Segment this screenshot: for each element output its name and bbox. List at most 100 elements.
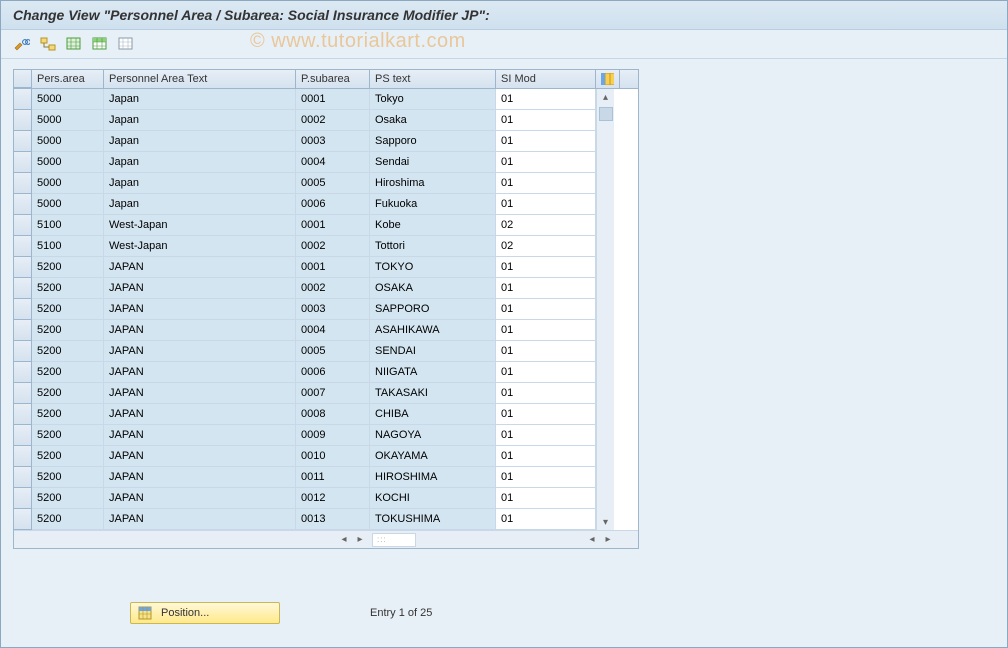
scroll-up-icon[interactable]: ▴ (598, 89, 614, 105)
row-selector[interactable] (14, 383, 32, 404)
cell-si-mod[interactable]: 02 (496, 236, 596, 257)
table-row: 5200JAPAN0010OKAYAMA01 (14, 446, 596, 467)
row-selector[interactable] (14, 215, 32, 236)
select-all-button[interactable] (63, 34, 85, 54)
cell-si-mod[interactable]: 01 (496, 131, 596, 152)
column-config-button[interactable] (596, 70, 620, 88)
cell-si-mod[interactable]: 01 (496, 194, 596, 215)
cell-pers-area: 5000 (32, 110, 104, 131)
col-header-ps-text[interactable]: PS text (370, 70, 496, 88)
cell-si-mod[interactable]: 01 (496, 488, 596, 509)
scroll-down-icon[interactable]: ▾ (598, 514, 614, 530)
footer-bar: Position... Entry 1 of 25 (130, 602, 432, 624)
toggle-display-change-button[interactable] (11, 34, 33, 54)
select-block-button[interactable] (89, 34, 111, 54)
cell-pers-area: 5200 (32, 467, 104, 488)
cell-si-mod[interactable]: 01 (496, 509, 596, 530)
cell-si-mod[interactable]: 01 (496, 257, 596, 278)
position-button[interactable]: Position... (130, 602, 280, 624)
content-area: Pers.area Personnel Area Text P.subarea … (1, 59, 1007, 561)
scroll-right-fixed-icon[interactable]: ▸ (352, 532, 368, 548)
cell-pers-area: 5000 (32, 131, 104, 152)
position-label: Position... (161, 607, 209, 619)
cell-ps-text: OKAYAMA (370, 446, 496, 467)
cell-si-mod[interactable]: 01 (496, 467, 596, 488)
cell-si-mod[interactable]: 01 (496, 383, 596, 404)
cell-pers-area: 5200 (32, 299, 104, 320)
cell-pers-area: 5200 (32, 383, 104, 404)
cell-si-mod[interactable]: 01 (496, 152, 596, 173)
cell-ps-text: Tokyo (370, 89, 496, 110)
cell-si-mod[interactable]: 01 (496, 341, 596, 362)
vertical-scrollbar[interactable]: ▴ ▾ (596, 89, 614, 530)
cell-ps-text: SENDAI (370, 341, 496, 362)
row-selector[interactable] (14, 425, 32, 446)
cell-si-mod[interactable]: 01 (496, 110, 596, 131)
cell-p-subarea: 0001 (296, 89, 370, 110)
row-selector-header[interactable] (14, 70, 32, 88)
cell-pers-area-text: JAPAN (104, 446, 296, 467)
expand-collapse-button[interactable] (37, 34, 59, 54)
row-selector[interactable] (14, 362, 32, 383)
row-selector[interactable] (14, 404, 32, 425)
row-selector[interactable] (14, 509, 32, 530)
cell-si-mod[interactable]: 01 (496, 278, 596, 299)
cell-si-mod[interactable]: 01 (496, 173, 596, 194)
grid-header: Pers.area Personnel Area Text P.subarea … (14, 70, 638, 89)
table-deselect-icon (118, 37, 134, 51)
cell-p-subarea: 0008 (296, 404, 370, 425)
table-row: 5200JAPAN0003SAPPORO01 (14, 299, 596, 320)
col-header-pers-area-text[interactable]: Personnel Area Text (104, 70, 296, 88)
cell-pers-area-text: JAPAN (104, 467, 296, 488)
row-selector[interactable] (14, 110, 32, 131)
cell-pers-area: 5200 (32, 446, 104, 467)
scroll-left-fixed-icon[interactable]: ◂ (336, 532, 352, 548)
scroll-thumb[interactable] (599, 107, 613, 121)
col-header-p-subarea[interactable]: P.subarea (296, 70, 370, 88)
cell-si-mod[interactable]: 02 (496, 215, 596, 236)
scroll-left-icon[interactable]: ◂ (584, 532, 600, 548)
cell-p-subarea: 0003 (296, 131, 370, 152)
row-selector[interactable] (14, 236, 32, 257)
row-selector[interactable] (14, 488, 32, 509)
row-selector[interactable] (14, 131, 32, 152)
grid-body-wrap: 5000Japan0001Tokyo015000Japan0002Osaka01… (14, 89, 638, 530)
scroll-right-icon[interactable]: ▸ (600, 532, 616, 548)
deselect-all-button[interactable] (115, 34, 137, 54)
cell-pers-area-text: JAPAN (104, 509, 296, 530)
row-selector[interactable] (14, 299, 32, 320)
row-selector[interactable] (14, 257, 32, 278)
column-config-icon (601, 73, 614, 85)
cell-si-mod[interactable]: 01 (496, 299, 596, 320)
cell-ps-text: SAPPORO (370, 299, 496, 320)
page-title: Change View "Personnel Area / Subarea: S… (1, 1, 1007, 30)
cell-si-mod[interactable]: 01 (496, 320, 596, 341)
cell-p-subarea: 0006 (296, 362, 370, 383)
row-selector[interactable] (14, 278, 32, 299)
cell-si-mod[interactable]: 01 (496, 89, 596, 110)
table-row: 5000Japan0002Osaka01 (14, 110, 596, 131)
cell-pers-area: 5000 (32, 152, 104, 173)
col-header-si-mod[interactable]: SI Mod (496, 70, 596, 88)
table-row: 5100West-Japan0002Tottori02 (14, 236, 596, 257)
cell-pers-area: 5000 (32, 194, 104, 215)
row-selector[interactable] (14, 341, 32, 362)
row-selector[interactable] (14, 320, 32, 341)
grid-body: 5000Japan0001Tokyo015000Japan0002Osaka01… (14, 89, 596, 530)
hscroll-track[interactable]: ::: (372, 533, 416, 547)
row-selector[interactable] (14, 152, 32, 173)
row-selector[interactable] (14, 194, 32, 215)
toolbar (1, 30, 1007, 59)
cell-si-mod[interactable]: 01 (496, 446, 596, 467)
cell-si-mod[interactable]: 01 (496, 362, 596, 383)
row-selector[interactable] (14, 467, 32, 488)
col-header-pers-area[interactable]: Pers.area (32, 70, 104, 88)
cell-pers-area-text: JAPAN (104, 320, 296, 341)
row-selector[interactable] (14, 446, 32, 467)
cell-p-subarea: 0011 (296, 467, 370, 488)
cell-si-mod[interactable]: 01 (496, 404, 596, 425)
table-select-all-icon (66, 37, 82, 51)
row-selector[interactable] (14, 89, 32, 110)
row-selector[interactable] (14, 173, 32, 194)
cell-si-mod[interactable]: 01 (496, 425, 596, 446)
